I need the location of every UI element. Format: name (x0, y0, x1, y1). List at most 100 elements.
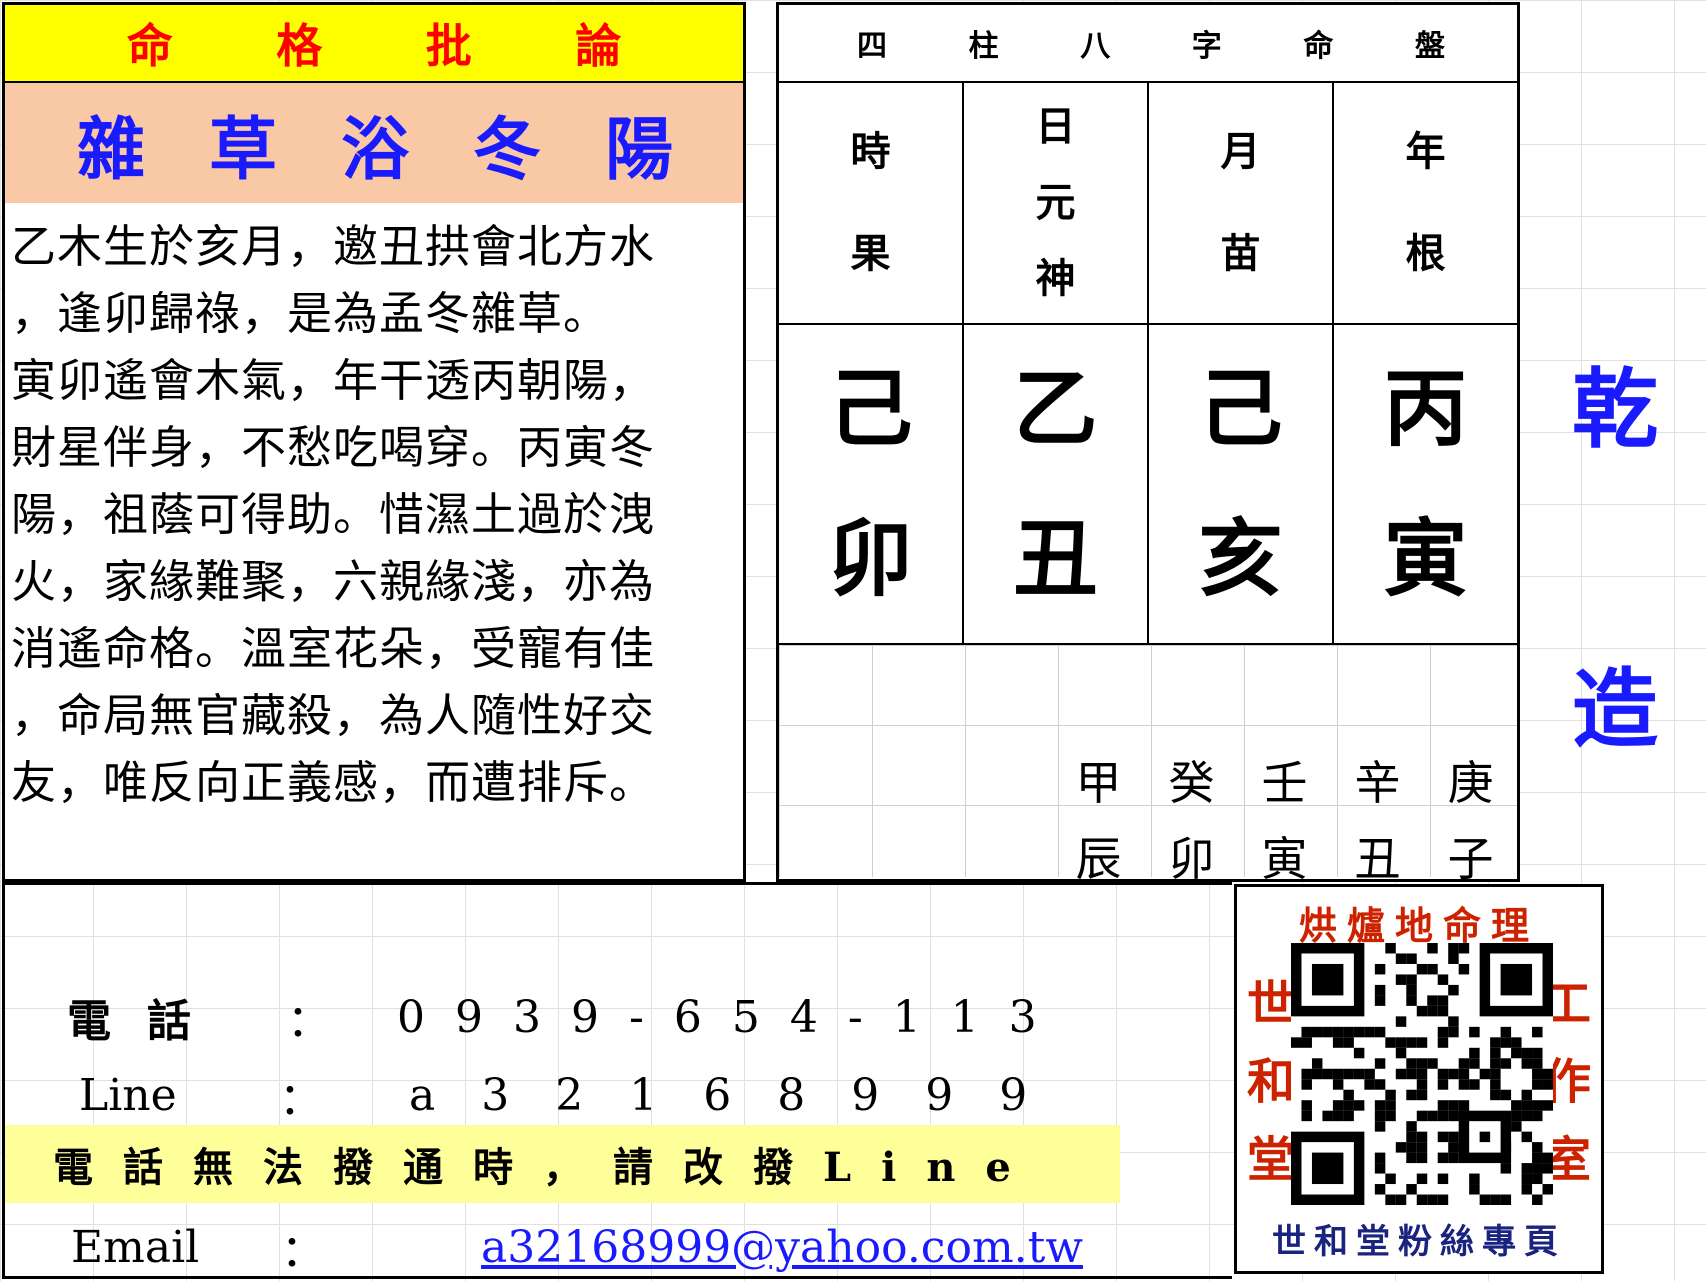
analysis-line: 消遙命格。溫室花朵，受寵有佳 (11, 622, 656, 675)
qr-module (1395, 1068, 1407, 1080)
title-char: 陽 (604, 109, 673, 190)
title-char: 浴 (340, 109, 409, 190)
qr-module (1374, 1110, 1386, 1122)
qr-module (1437, 995, 1449, 1006)
qr-left-char: 和 (1247, 1054, 1296, 1110)
luck-pillar: 甲 辰 (1052, 745, 1145, 897)
qr-module (1437, 974, 1449, 985)
qr-module (1448, 953, 1459, 964)
analysis-panel: 命 格 批 論 雜 草 浴 冬 陽 乙木生於亥月，邀丑拱會北方水 ，逢卯歸祿，是… (2, 2, 746, 882)
qr-module (1448, 1131, 1459, 1143)
line-id[interactable]: a32168999 (409, 1070, 1073, 1121)
qr-module (1458, 1079, 1470, 1090)
qr-module (1416, 1173, 1428, 1185)
heavenly-stem: 己 (828, 359, 913, 458)
qr-module (1374, 995, 1386, 1006)
pillar-year: 丙 寅 (1334, 325, 1517, 643)
qr-module (1427, 1058, 1438, 1069)
qr-module (1332, 1068, 1344, 1080)
qr-module (1521, 1184, 1533, 1195)
qr-module (1416, 1152, 1428, 1164)
qr-module (1458, 1058, 1470, 1069)
qr-top-text: 烘爐地命理 (1298, 903, 1539, 948)
qr-module (1364, 1068, 1375, 1080)
qr-module (1500, 1058, 1512, 1069)
analysis-line: ，逢卯歸祿，是為孟冬雜草。 (11, 287, 610, 340)
qr-module (1343, 1110, 1354, 1122)
qr-module (1395, 953, 1407, 964)
qr-module (1406, 1152, 1417, 1164)
qr-module (1490, 1079, 1501, 1090)
qr-module (1353, 1026, 1365, 1038)
qr-module (1385, 943, 1396, 954)
qr-left-char: 堂 (1247, 1132, 1296, 1188)
qr-module (1511, 1121, 1522, 1132)
pillar-hour: 己 卯 (779, 325, 964, 643)
qr-module (1490, 1089, 1501, 1101)
line-row: Line ： a32168999 (79, 1063, 1073, 1127)
qr-module (1311, 1152, 1344, 1185)
header-char: 格 (276, 19, 323, 73)
qr-module (1448, 943, 1459, 954)
qr-module (1437, 1173, 1449, 1185)
analysis-line: 友，唯反向正義感，而遭排斥。 (11, 756, 656, 809)
qr-module (1416, 1037, 1428, 1048)
qr-module (1521, 1163, 1533, 1174)
qr-module (1437, 1100, 1449, 1111)
luck-pillar: 壬 寅 (1238, 745, 1331, 897)
qr-module (1301, 1100, 1312, 1111)
label-top: 月 (1220, 128, 1261, 175)
chart-title-char: 命 (1303, 29, 1334, 64)
qr-module (1437, 1026, 1449, 1038)
qr-module (1416, 1131, 1428, 1143)
qr-module (1427, 1005, 1438, 1017)
qr-module (1458, 943, 1470, 954)
qr-module (1395, 1142, 1407, 1153)
qr-module (1406, 1131, 1417, 1143)
email-link[interactable]: a32168999@yahoo.com.tw (481, 1222, 1083, 1273)
qr-module (1406, 995, 1417, 1006)
analysis-text: 乙木生於亥月，邀丑拱會北方水 ，逢卯歸祿，是為孟冬雜草。 寅卯遙會木氣，年干透丙… (5, 203, 743, 816)
qr-module (1374, 1152, 1386, 1164)
qr-module (1532, 1068, 1543, 1080)
chart-title-char: 盤 (1414, 29, 1445, 64)
qr-module (1532, 1026, 1543, 1038)
pillar-label-row: 時 果 日 元 神 月 苗 年 根 (779, 83, 1517, 325)
phone-number[interactable]: 0939-654-113 (397, 992, 1067, 1043)
label-top: 日 (1035, 103, 1076, 150)
heavenly-stem: 丙 (1383, 359, 1468, 458)
email-label: Email (71, 1221, 200, 1273)
qr-module (1542, 1184, 1553, 1195)
qr-module (1437, 1068, 1449, 1080)
title-char: 冬 (472, 109, 541, 190)
qr-module (1416, 963, 1428, 975)
qr-module (1521, 1110, 1533, 1122)
qr-module (1406, 1121, 1417, 1132)
qr-code-icon[interactable] (1291, 943, 1553, 1205)
qr-module (1395, 1194, 1407, 1205)
qr-left-text: 世 和 堂 (1247, 965, 1295, 1199)
qr-module (1374, 1079, 1386, 1090)
qr-module (1406, 953, 1417, 964)
qr-module (1437, 1037, 1449, 1048)
qr-module (1521, 1131, 1533, 1143)
qr-badge[interactable]: 烘爐地命理 世 和 堂 工 作 室 世和堂粉絲專頁 (1234, 884, 1604, 1274)
earthly-branch: 丑 (1013, 509, 1098, 608)
qr-module (1406, 984, 1417, 996)
qr-module (1374, 1121, 1386, 1132)
qr-module (1437, 1005, 1449, 1017)
qr-module (1521, 1058, 1533, 1069)
luck-stem: 庚 (1447, 756, 1494, 810)
qr-module (1437, 1152, 1449, 1164)
qr-module (1542, 1079, 1553, 1090)
qr-module (1311, 1026, 1323, 1038)
qr-module (1364, 1079, 1375, 1090)
qr-module (1521, 1100, 1533, 1111)
qr-module (1353, 1068, 1365, 1080)
qr-module (1332, 1079, 1344, 1090)
qr-module (1469, 1173, 1480, 1185)
qr-module (1332, 1100, 1344, 1111)
qr-module (1532, 1142, 1543, 1153)
analysis-line: 財星伴身，不愁吃喝穿。丙寅冬 (11, 421, 656, 474)
qr-module (1301, 1110, 1312, 1122)
